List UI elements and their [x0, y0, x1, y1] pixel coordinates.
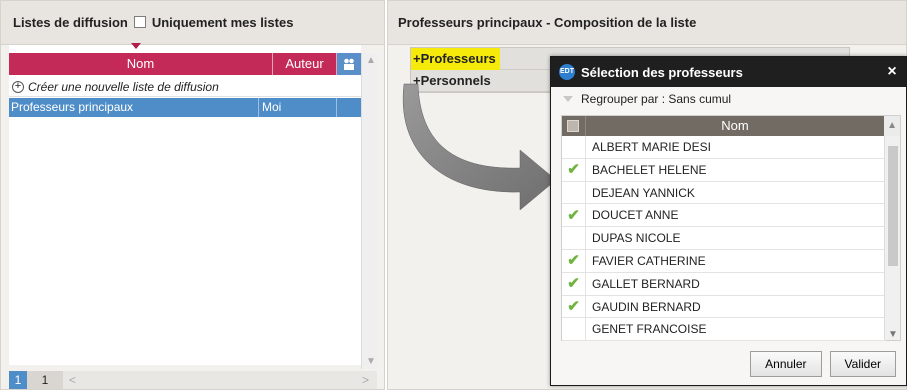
teacher-name: GALLET BERNARD [592, 276, 700, 291]
teacher-selection-dialog: EDT Sélection des professeurs × Regroupe… [550, 56, 907, 386]
scroll-down-icon[interactable]: ▼ [888, 329, 898, 340]
row-checkbox[interactable] [562, 318, 586, 341]
checkmark-icon: ✔ [567, 252, 580, 270]
row-checkbox[interactable] [562, 136, 586, 158]
dialog-buttons: Annuler Valider [750, 351, 896, 377]
group-by-row[interactable]: Regrouper par : Sans cumul [551, 87, 906, 111]
cancel-button[interactable]: Annuler [750, 351, 822, 377]
dialog-titlebar[interactable]: EDT Sélection des professeurs × [551, 57, 906, 87]
row-checkbox[interactable]: ✔ [562, 272, 586, 295]
row-checkbox[interactable] [562, 227, 586, 249]
teacher-name: GAUDIN BERNARD [592, 299, 701, 314]
teacher-list-header: Nom ▲ [562, 116, 900, 136]
chevron-down-icon[interactable] [563, 96, 573, 102]
teacher-name: DUPAS NICOLE [592, 231, 681, 246]
close-icon[interactable]: × [878, 63, 906, 81]
checkmark-icon: ✔ [567, 161, 580, 179]
teacher-name: BACHELET HELENE [592, 162, 707, 177]
teacher-name: GENET FRANCOISE [592, 322, 707, 337]
teacher-name: ALBERT MARIE DESI [592, 140, 711, 154]
list-item[interactable]: DUPAS NICOLE [562, 227, 886, 250]
row-checkbox[interactable]: ✔ [562, 204, 586, 227]
list-item[interactable]: ✔ FAVIER CATHERINE [562, 249, 886, 273]
checkmark-icon: ✔ [567, 297, 580, 315]
teacher-rows: ALBERT MARIE DESI ✔ BACHELET HELENE DEJEAN … [562, 136, 886, 342]
list-item[interactable]: ALBERT MARIE DESI [562, 136, 886, 159]
teacher-name: FAVIER CATHERINE [592, 253, 706, 268]
list-item[interactable]: DEJEAN YANNICK [562, 181, 886, 205]
group-by-label: Regrouper par : Sans cumul [581, 92, 732, 106]
list-item[interactable]: ✔ GAUDIN BERNARD [562, 295, 886, 319]
app-logo-icon: EDT [559, 64, 575, 80]
select-all-checkbox[interactable] [562, 116, 586, 136]
column-nom-header[interactable]: Nom [586, 116, 884, 136]
teacher-name: DOUCET ANNE [592, 208, 679, 223]
checkmark-icon: ✔ [567, 206, 580, 224]
row-checkbox[interactable]: ✔ [562, 295, 586, 318]
row-checkbox[interactable] [562, 181, 586, 204]
teacher-name: DEJEAN YANNICK [592, 185, 695, 200]
list-item[interactable]: ✔ DOUCET ANNE [562, 204, 886, 228]
row-checkbox[interactable]: ✔ [562, 158, 586, 181]
validate-button[interactable]: Valider [829, 351, 896, 377]
list-item[interactable]: GENET FRANCOISE [562, 318, 886, 342]
scroll-up-icon[interactable]: ▲ [884, 116, 900, 136]
list-item[interactable]: ✔ GALLET BERNARD [562, 272, 886, 296]
list-item[interactable]: ✔ BACHELET HELENE [562, 158, 886, 182]
teacher-list-scrollbar[interactable]: ▼ [884, 136, 900, 340]
row-checkbox[interactable]: ✔ [562, 249, 586, 272]
teacher-list: Nom ▲ ALBERT MARIE DESI ✔ BACHELET HELENE D… [561, 115, 901, 342]
scroll-thumb[interactable] [888, 146, 898, 266]
dialog-title: Sélection des professeurs [581, 64, 743, 80]
checkmark-icon: ✔ [567, 275, 580, 293]
